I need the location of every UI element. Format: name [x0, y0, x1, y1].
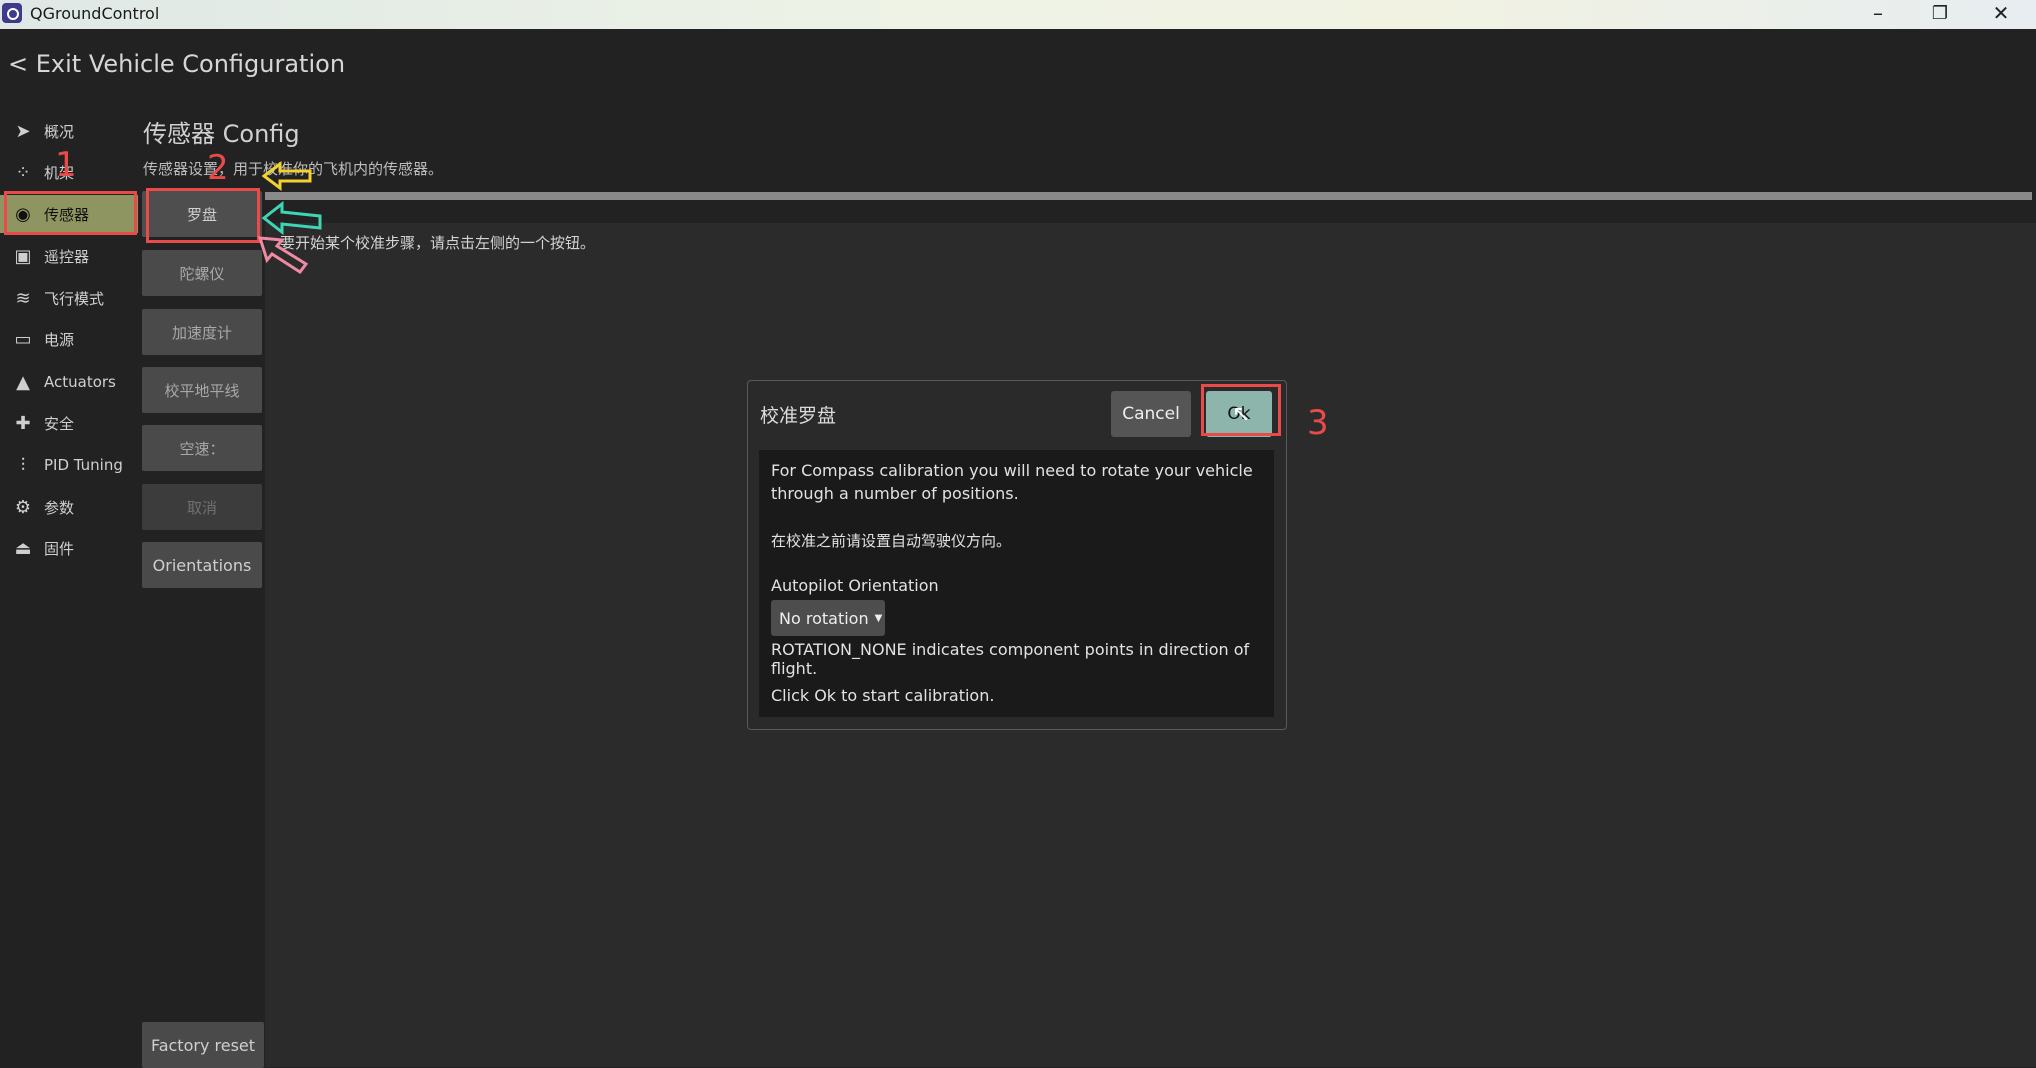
- dialog-title: 校准罗盘: [760, 405, 837, 427]
- sidebar-item-label: 电源: [44, 330, 75, 349]
- orientation-label: Autopilot Orientation: [771, 576, 939, 595]
- calibration-progress-bar: [265, 192, 2032, 200]
- highlight-compass: [146, 188, 260, 243]
- flight-modes-icon: ≋: [15, 287, 31, 309]
- annotation-step-1: 1: [55, 145, 77, 185]
- airspeed-button[interactable]: 空速：: [142, 425, 262, 471]
- sidebar-item-label: PID Tuning: [44, 456, 123, 474]
- sidebar-item-label: 概况: [44, 122, 75, 141]
- sliders-icon: ⫶: [20, 454, 26, 476]
- level-horizon-button[interactable]: 校平地平线: [142, 367, 262, 413]
- page-title: 传感器 Config: [143, 120, 300, 148]
- orientation-select-value: No rotation: [779, 608, 869, 628]
- sidebar-item-parameters[interactable]: ⚙ 参数: [0, 488, 138, 526]
- dialog-body: For Compass calibration you will need to…: [759, 450, 1274, 717]
- pink-arrow-icon: [258, 236, 309, 275]
- sidebar-item-actuators[interactable]: ▲ Actuators: [0, 363, 138, 401]
- window-titlebar: QGroundControl – ❐ ✕: [0, 0, 2036, 29]
- chevron-down-icon: ▼: [874, 612, 883, 624]
- plane-icon: ➤: [15, 120, 31, 142]
- sidebar-item-label: 参数: [44, 498, 75, 517]
- annotation-step-2: 2: [207, 148, 229, 188]
- gyroscope-button[interactable]: 陀螺仪: [142, 250, 262, 296]
- sidebar-item-label: 固件: [44, 539, 75, 558]
- sidebar-item-firmware[interactable]: ⏏ 固件: [0, 529, 138, 567]
- minimize-button[interactable]: –: [1858, 1, 1898, 25]
- start-note: Click Ok to start calibration.: [771, 686, 995, 705]
- radio-icon: ▣: [14, 245, 32, 267]
- mouse-cursor-icon: ↖: [1232, 402, 1251, 427]
- yellow-arrow-icon: [262, 161, 312, 191]
- orientations-button[interactable]: Orientations: [142, 542, 262, 588]
- safety-icon: ✚: [15, 412, 31, 434]
- sidebar-item-label: 飞行模式: [44, 289, 105, 308]
- rotation-note: ROTATION_NONE indicates component points…: [771, 640, 1250, 678]
- restore-button[interactable]: ❐: [1920, 3, 1960, 24]
- sidebar-item-label: Actuators: [44, 373, 116, 391]
- dialog-text-line2: through a number of positions.: [771, 484, 1019, 503]
- calibration-hint: 要开始某个校准步骤，请点击左侧的一个按钮。: [280, 234, 596, 252]
- app-logo-icon: [2, 3, 22, 23]
- exit-vehicle-config-link[interactable]: < Exit Vehicle Configuration: [8, 50, 345, 78]
- sidebar-item-power[interactable]: ▭ 电源: [0, 320, 138, 358]
- annotation-step-3: 3: [1307, 403, 1329, 443]
- battery-icon: ▭: [14, 328, 32, 350]
- accelerometer-button[interactable]: 加速度计: [142, 309, 262, 355]
- parameters-icon: ⚙: [14, 496, 32, 518]
- sidebar-item-flight-modes[interactable]: ≋ 飞行模式: [0, 279, 138, 317]
- orientation-select[interactable]: No rotation ▼: [771, 600, 885, 636]
- sidebar-item-label: 安全: [44, 414, 75, 433]
- actuators-icon: ▲: [16, 371, 30, 393]
- dialog-text-orientation-hint: 在校准之前请设置自动驾驶仪方向。: [771, 532, 1012, 550]
- dialog-text-line1: For Compass calibration you will need to…: [771, 461, 1253, 480]
- sidebar-item-safety[interactable]: ✚ 安全: [0, 404, 138, 442]
- firmware-icon: ⏏: [14, 537, 32, 559]
- cyan-arrow-icon: [262, 200, 322, 236]
- highlight-sensors: [4, 191, 137, 235]
- factory-reset-button[interactable]: Factory reset: [142, 1022, 264, 1068]
- sidebar-item-radio[interactable]: ▣ 遥控器: [0, 237, 138, 275]
- sidebar-item-pid-tuning[interactable]: ⫶ PID Tuning: [0, 446, 138, 484]
- sidebar-item-label: 遥控器: [44, 247, 90, 266]
- window-title: QGroundControl: [30, 4, 160, 23]
- airframe-icon: ⁘: [15, 161, 31, 183]
- cancel-calibration-button[interactable]: 取消: [142, 484, 262, 530]
- close-button[interactable]: ✕: [1981, 1, 2021, 25]
- dialog-cancel-button[interactable]: Cancel: [1111, 391, 1191, 437]
